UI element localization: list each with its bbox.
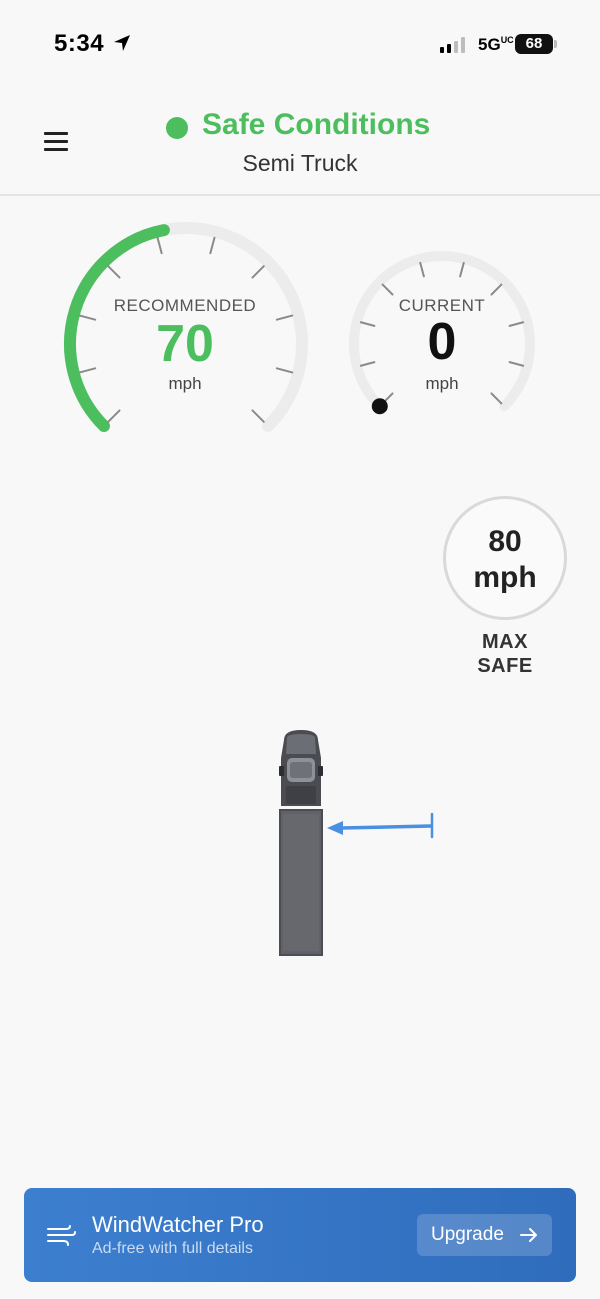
hamburger-menu-icon[interactable]	[44, 132, 68, 152]
banner-subtitle: Ad-free with full details	[92, 1240, 253, 1257]
recommended-unit: mph	[168, 374, 202, 393]
gauge-tick	[381, 283, 394, 296]
upgrade-button-label: Upgrade	[431, 1224, 504, 1245]
recommended-speed-gauge: RECOMMENDED 70 mph	[56, 212, 314, 442]
gauge-tick	[251, 265, 265, 279]
max-safe-value: 80	[488, 525, 522, 558]
max-safe-label: MAX SAFE	[443, 630, 567, 678]
gauge-tick	[459, 261, 465, 278]
gauge-tick	[107, 409, 121, 423]
header: Safe Conditions Semi Truck	[0, 90, 600, 196]
status-time: 5:34	[54, 30, 105, 57]
battery-percent: 68	[525, 35, 543, 52]
gauge-tick	[107, 265, 121, 279]
gauge-tick	[209, 236, 216, 255]
gauge-tick	[490, 392, 503, 405]
max-safe-label-line1: MAX	[482, 631, 528, 653]
current-unit: mph	[425, 374, 459, 393]
gauge-tick	[490, 283, 503, 296]
vehicle-type: Semi Truck	[242, 150, 358, 176]
conditions-status: Safe Conditions	[202, 108, 431, 141]
wind-icon	[47, 1225, 76, 1246]
max-safe-speed-badge: 80 mph	[443, 496, 567, 620]
battery-cap	[554, 40, 557, 48]
upgrade-button[interactable]: Upgrade	[417, 1214, 552, 1256]
network-suffix: UC	[500, 35, 514, 45]
max-safe-label-line2: SAFE	[477, 655, 533, 677]
pro-upgrade-banner[interactable]: WindWatcher Pro Ad-free with full detail…	[24, 1188, 576, 1282]
wind-direction-arrow-icon	[327, 812, 434, 839]
status-indicator-dot	[166, 117, 188, 139]
current-speed-gauge: CURRENT 0 mph	[342, 240, 542, 420]
gauge-tick	[419, 261, 425, 278]
banner-title: WindWatcher Pro	[92, 1212, 264, 1237]
network-type: 5GUC	[478, 35, 514, 54]
gauge-tick	[156, 236, 163, 255]
location-arrow-icon	[114, 35, 130, 51]
status-bar: 5:34 5GUC 68	[0, 0, 600, 90]
semi-truck-icon	[279, 730, 323, 956]
current-value: 0	[427, 313, 457, 371]
arrow-right-icon	[520, 1228, 537, 1242]
battery-icon: 68	[515, 34, 553, 54]
gauge-needle-dot	[371, 398, 388, 415]
gauge-tick	[251, 409, 265, 423]
recommended-label: RECOMMENDED	[113, 296, 257, 315]
cellular-signal-icon	[440, 37, 465, 53]
recommended-value: 70	[156, 315, 214, 373]
max-safe-unit: mph	[473, 561, 537, 594]
